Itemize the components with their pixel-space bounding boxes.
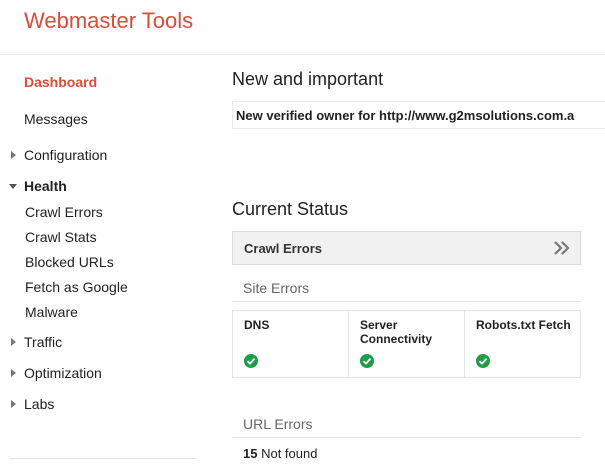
app-title: Webmaster Tools xyxy=(24,8,194,33)
dns-cell[interactable]: DNS xyxy=(233,311,349,377)
server-connectivity-cell[interactable]: Server Connectivity xyxy=(349,311,465,377)
dns-label-text: DNS xyxy=(244,318,270,332)
sidebar-item-crawl-stats[interactable]: Crawl Stats xyxy=(25,229,97,245)
expand-arrow-icon[interactable] xyxy=(11,151,16,159)
site-errors-grid: DNS Server Connectivity Robots.txt Fetch xyxy=(232,310,581,378)
sidebar-item-health[interactable]: Health xyxy=(24,178,67,194)
server-label-line2: Connectivity xyxy=(360,332,433,346)
not-found-label: Not found xyxy=(261,446,318,461)
sidebar-item-dashboard[interactable]: Dashboard xyxy=(24,74,97,90)
sidebar-item-messages[interactable]: Messages xyxy=(24,111,88,127)
server-label-line1: Server xyxy=(360,318,398,332)
site-errors-label: Site Errors xyxy=(243,280,310,296)
not-found-count[interactable]: 15 Not found xyxy=(243,446,317,461)
sidebar-item-malware[interactable]: Malware xyxy=(25,304,78,320)
new-and-important-heading: New and important xyxy=(232,69,384,89)
sidebar-item-optimization[interactable]: Optimization xyxy=(24,365,102,381)
sidebar-item-blocked-urls[interactable]: Blocked URLs xyxy=(25,254,114,270)
sidebar-divider xyxy=(10,458,196,459)
current-status-heading: Current Status xyxy=(232,199,349,219)
double-chevron-right-icon[interactable] xyxy=(553,240,571,256)
server-connectivity-label: Server Connectivity xyxy=(360,318,432,346)
check-circle-icon xyxy=(476,354,490,368)
sidebar-item-labs[interactable]: Labs xyxy=(24,396,54,412)
expand-arrow-icon[interactable] xyxy=(11,338,16,346)
notice-text[interactable]: New verified owner for http://www.g2msol… xyxy=(236,108,574,123)
robots-fetch-cell[interactable]: Robots.txt Fetch xyxy=(465,311,580,377)
robots-fetch-label: Robots.txt Fetch xyxy=(476,318,571,332)
not-found-number: 15 xyxy=(243,446,258,461)
check-circle-icon xyxy=(244,354,258,368)
url-errors-label: URL Errors xyxy=(243,416,313,432)
url-errors-divider xyxy=(232,437,581,438)
sidebar: Dashboard Messages Configuration Health … xyxy=(0,55,200,464)
notice-row[interactable]: New verified owner for http://www.g2msol… xyxy=(232,101,605,129)
panel-title: Crawl Errors xyxy=(244,241,323,256)
robots-label-text: Robots.txt Fetch xyxy=(476,318,571,332)
collapse-arrow-icon[interactable] xyxy=(9,184,17,189)
expand-arrow-icon[interactable] xyxy=(11,400,16,408)
check-circle-icon xyxy=(360,354,374,368)
crawl-errors-panel-header[interactable]: Crawl Errors xyxy=(232,231,581,265)
sidebar-item-traffic[interactable]: Traffic xyxy=(24,334,62,350)
dns-label: DNS xyxy=(244,318,269,332)
expand-arrow-icon[interactable] xyxy=(11,369,16,377)
sidebar-item-crawl-errors[interactable]: Crawl Errors xyxy=(25,204,103,220)
sidebar-item-fetch-as-google[interactable]: Fetch as Google xyxy=(25,279,128,295)
site-errors-divider xyxy=(232,301,581,302)
sidebar-item-configuration[interactable]: Configuration xyxy=(24,147,107,163)
